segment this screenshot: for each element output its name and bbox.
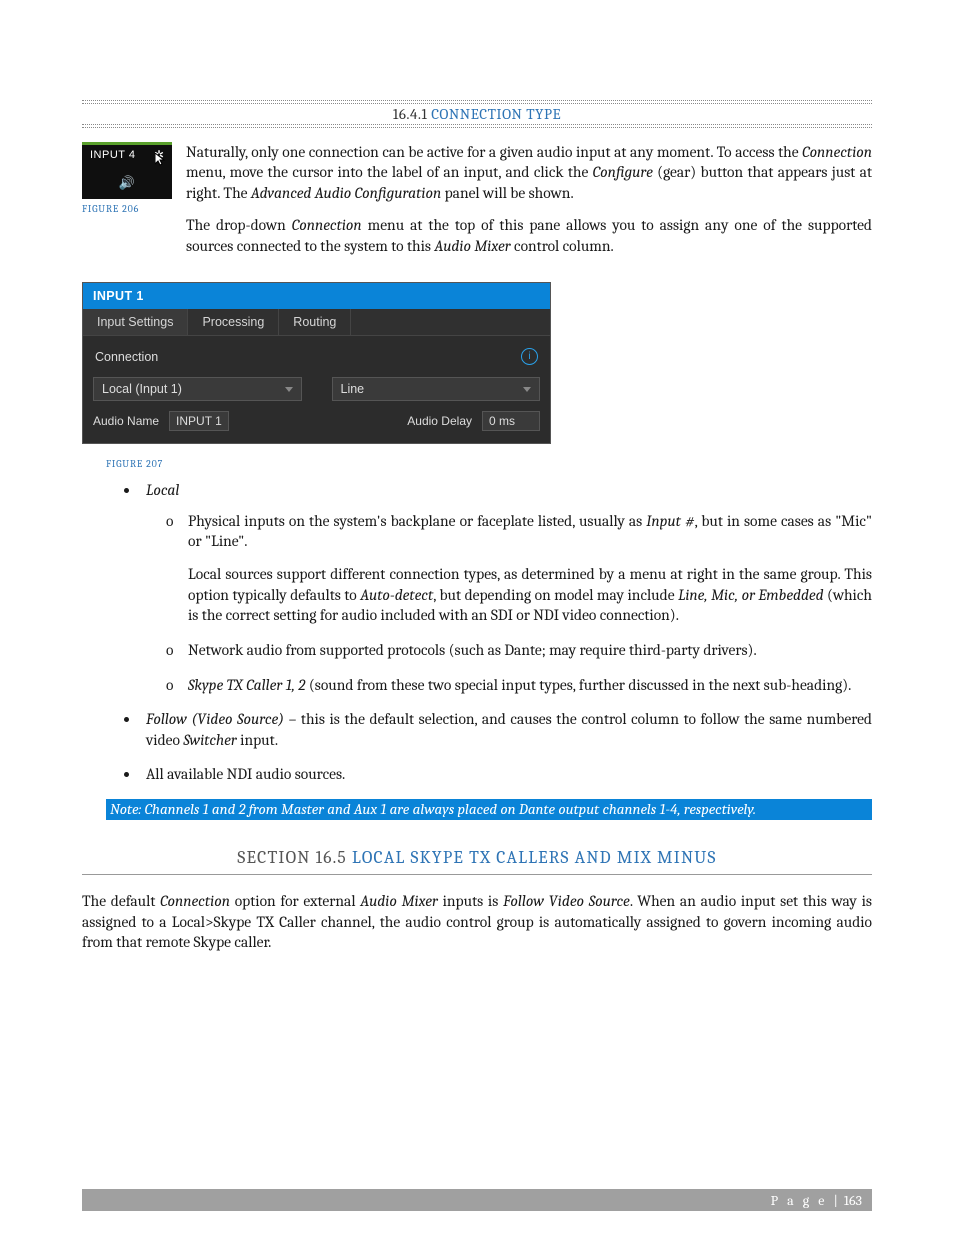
audio-name-field[interactable]: INPUT 1: [169, 411, 229, 431]
bullet-local-network: Network audio from supported protocols (…: [188, 640, 872, 661]
connection-type-value: Line: [341, 382, 365, 396]
footer-page-label: P a g e: [771, 1192, 828, 1209]
speaker-icon: 🔊: [82, 175, 172, 191]
chevron-down-icon: [285, 387, 293, 392]
panel-titlebar: INPUT 1: [83, 283, 550, 309]
subsection-number: 16.4.1: [393, 105, 427, 123]
bullet-local-physical: Physical inputs on the system's backplan…: [188, 511, 872, 626]
audio-name-label: Audio Name: [93, 414, 159, 428]
bullet-list: Local Physical inputs on the system's ba…: [82, 480, 872, 785]
section-heading: SECTION 16.5 LOCAL SKYPE TX CALLERS AND …: [82, 838, 872, 875]
connection-type-dropdown[interactable]: Line: [332, 377, 541, 401]
footer-page-number: 163: [844, 1192, 862, 1209]
footer-separator: |: [833, 1192, 837, 1209]
note-box: Note: Channels 1 and 2 from Master and A…: [106, 799, 872, 821]
bullet-follow: Follow (Video Source) – this is the defa…: [140, 709, 872, 750]
input-config-panel: INPUT 1 Input Settings Processing Routin…: [82, 282, 551, 444]
subsection-heading: 16.4.1 CONNECTION TYPE: [82, 100, 872, 128]
audio-delay-label: Audio Delay: [407, 414, 472, 428]
figure-206-input-label: INPUT 4: [90, 149, 135, 161]
paragraph-1: Naturally, only one connection can be ac…: [186, 142, 872, 203]
bullet-ndi: All available NDI audio sources.: [140, 764, 872, 785]
connection-label: Connection: [95, 350, 158, 364]
connection-source-value: Local (Input 1): [102, 382, 182, 396]
subsection-title: CONNECTION TYPE: [431, 105, 561, 123]
audio-delay-field[interactable]: 0 ms: [482, 411, 540, 431]
paragraph-3: The default Connection option for extern…: [82, 891, 872, 952]
figure-206-thumb: INPUT 4 ✲ 🔊: [82, 142, 172, 199]
cursor-icon: [155, 153, 166, 169]
section-number: SECTION 16.5: [237, 848, 352, 868]
section-title: LOCAL SKYPE TX CALLERS AND MIX MINUS: [352, 848, 717, 868]
tab-routing[interactable]: Routing: [279, 309, 351, 335]
tab-input-settings[interactable]: Input Settings: [83, 309, 188, 335]
bullet-local-skype: Skype TX Caller 1, 2 (sound from these t…: [188, 675, 872, 696]
paragraph-2: The drop-down Connection menu at the top…: [186, 215, 872, 256]
figure-207-caption: FIGURE 207: [106, 458, 872, 470]
info-icon[interactable]: i: [521, 348, 538, 365]
chevron-down-icon: [523, 387, 531, 392]
bullet-local: Local Physical inputs on the system's ba…: [140, 480, 872, 695]
tab-processing[interactable]: Processing: [188, 309, 279, 335]
connection-source-dropdown[interactable]: Local (Input 1): [93, 377, 302, 401]
panel-tabs: Input Settings Processing Routing: [83, 309, 550, 336]
figure-206-caption: FIGURE 206: [82, 203, 172, 215]
page-footer: P a g e | 163: [82, 1189, 872, 1211]
